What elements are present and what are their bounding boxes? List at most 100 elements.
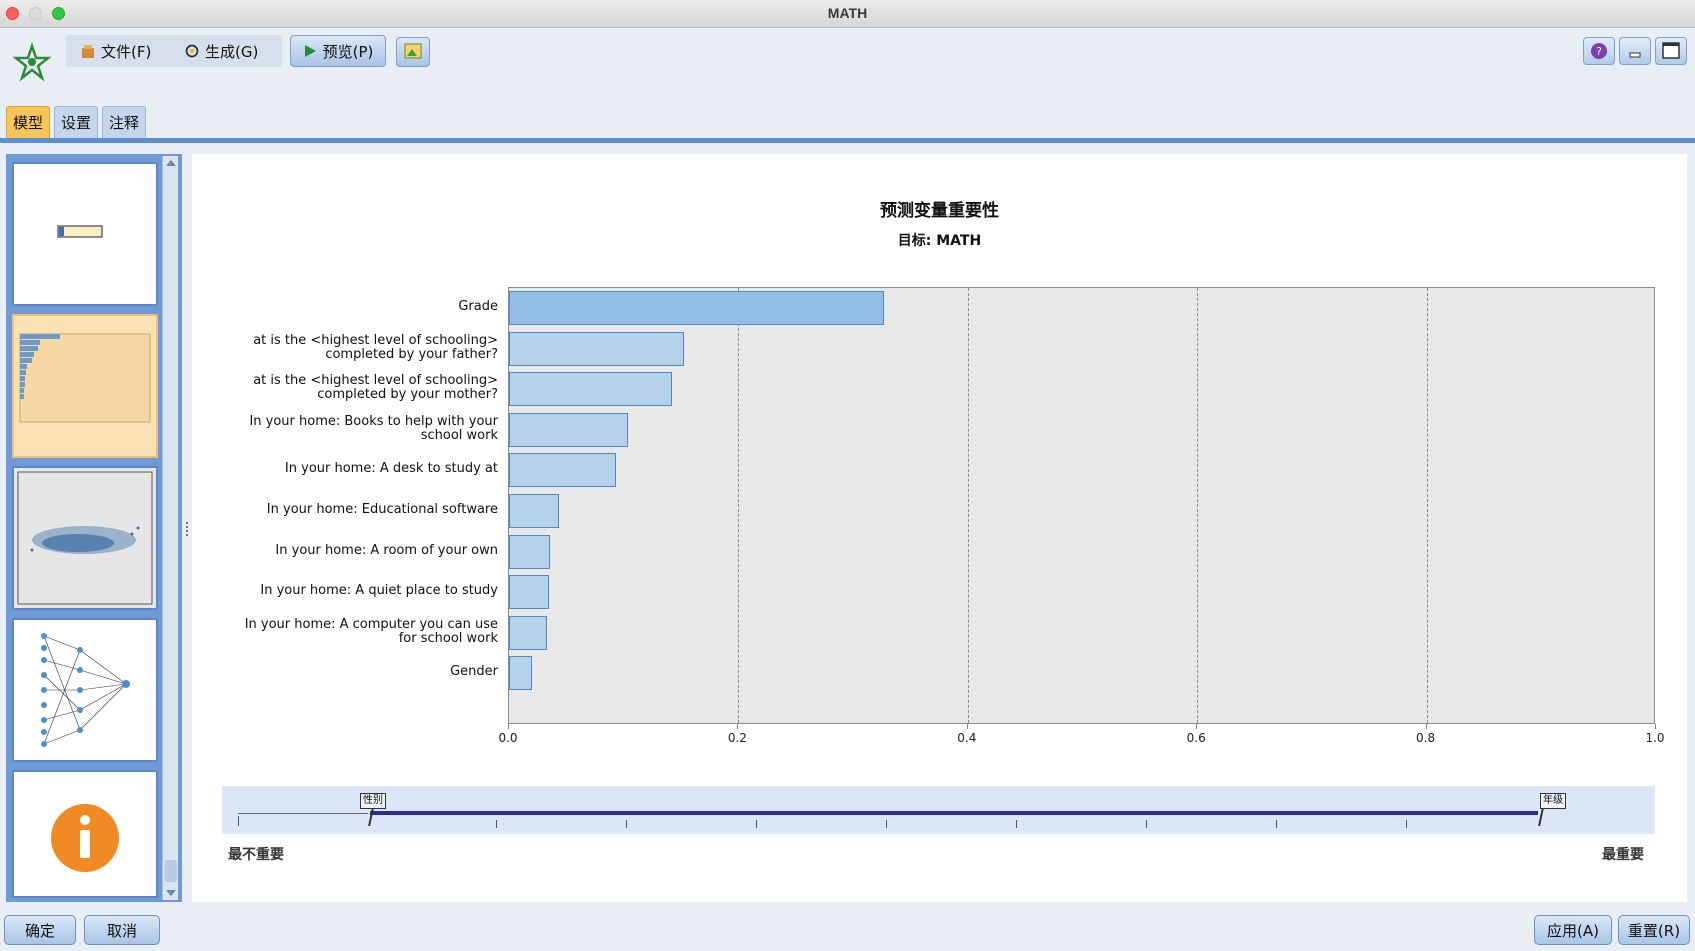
minimize-icon bbox=[1629, 52, 1641, 58]
slider-left-handle-label[interactable]: 性别 bbox=[360, 793, 386, 809]
reset-button[interactable]: 重置(R) bbox=[1618, 915, 1690, 945]
tab-model[interactable]: 模型 bbox=[6, 106, 51, 138]
y-tick-label: In your home: Educational software bbox=[198, 503, 498, 517]
help-icon: ? bbox=[1591, 43, 1607, 59]
reset-button-label: 重置(R) bbox=[1627, 921, 1681, 940]
y-tick-label-line: completed by your mother? bbox=[317, 387, 498, 403]
scrollbar-thumb[interactable] bbox=[165, 860, 177, 882]
y-tick-label: In your home: A quiet place to study bbox=[198, 584, 498, 598]
slider-right-handle[interactable] bbox=[1538, 808, 1544, 826]
x-tick-label: 0.0 bbox=[498, 731, 518, 745]
y-tick-label-line: for school work bbox=[398, 630, 498, 646]
generate-menu-label: 生成(G) bbox=[205, 42, 259, 61]
export-image-button[interactable] bbox=[396, 37, 430, 67]
scroll-up-icon bbox=[166, 160, 176, 166]
cancel-button[interactable]: 取消 bbox=[84, 915, 160, 945]
file-menu[interactable]: 文件(F) bbox=[74, 35, 157, 67]
bar-6[interactable] bbox=[509, 534, 551, 569]
bar-9[interactable] bbox=[509, 656, 532, 691]
bar-5[interactable] bbox=[509, 494, 560, 528]
slider-tick bbox=[1406, 820, 1407, 828]
preview-button-label: 预览(P) bbox=[322, 42, 374, 61]
maximize-button[interactable] bbox=[1655, 37, 1687, 65]
chart-subtitle: 目标: MATH bbox=[897, 233, 982, 249]
importance-filter-slider[interactable]: 性别 年级 bbox=[222, 786, 1655, 834]
toolbar: 文件(F) 生成(G) 预览(P) ? bbox=[0, 28, 1695, 98]
slider-tick bbox=[238, 816, 239, 826]
y-tick-label: In your home: A room of your own bbox=[198, 544, 498, 558]
y-tick-label-line: at is the <highest level of schooling> bbox=[253, 333, 498, 348]
summary-bar-icon bbox=[57, 225, 103, 238]
thumbnail-model-info[interactable] bbox=[12, 770, 158, 898]
y-tick-label-line: In your home: Educational software bbox=[266, 503, 498, 517]
tab-annotations[interactable]: 注释 bbox=[102, 106, 147, 138]
apply-button[interactable]: 应用(A) bbox=[1534, 915, 1612, 945]
help-button[interactable]: ? bbox=[1583, 37, 1615, 65]
x-tick-label: 0.4 bbox=[957, 731, 977, 745]
y-tick-label-line: In your home: A computer you can use bbox=[244, 617, 498, 632]
slider-tick bbox=[1276, 820, 1277, 828]
file-menu-icon bbox=[80, 43, 96, 59]
x-tick-mark bbox=[508, 724, 509, 729]
slider-selected-range bbox=[370, 811, 1538, 815]
chart-viewer: 预测变量重要性 目标: MATH Grade at is the <highest… bbox=[192, 154, 1687, 902]
importance-chart-icon bbox=[19, 333, 151, 423]
scatter-plot-icon bbox=[17, 471, 153, 605]
slider-tick bbox=[1016, 820, 1017, 828]
slider-right-handle-label[interactable]: 年级 bbox=[1540, 793, 1566, 809]
ok-button[interactable]: 确定 bbox=[4, 915, 76, 945]
slider-tick bbox=[756, 820, 757, 828]
bar-8[interactable] bbox=[509, 615, 547, 650]
bar-0[interactable] bbox=[509, 291, 885, 325]
slider-min-label: 最不重要 bbox=[228, 847, 284, 863]
view-thumbnail-panel bbox=[6, 154, 182, 902]
generate-icon bbox=[184, 43, 200, 59]
slider-tick bbox=[496, 820, 497, 828]
bar-3[interactable] bbox=[509, 412, 629, 447]
gridline bbox=[1426, 288, 1428, 723]
preview-button[interactable]: 预览(P) bbox=[290, 35, 386, 67]
cancel-button-label: 取消 bbox=[106, 921, 137, 940]
y-tick-label-line: In your home: A desk to study at bbox=[284, 462, 498, 477]
scroll-down-icon bbox=[166, 890, 176, 896]
x-tick-mark bbox=[1425, 724, 1427, 729]
image-export-icon bbox=[404, 43, 422, 59]
y-tick-label: In your home: A computer you can use for … bbox=[198, 618, 498, 646]
y-tick-label: Gender bbox=[198, 665, 498, 679]
y-tick-label: Grade bbox=[198, 300, 498, 314]
slider-max-label: 最重要 bbox=[1602, 847, 1644, 863]
plot-area bbox=[508, 287, 1655, 724]
y-tick-label: at is the <highest level of schooling> co… bbox=[198, 334, 498, 362]
y-tick-label-line: In your home: Books to help with your bbox=[249, 414, 498, 429]
x-tick-label: 1.0 bbox=[1645, 731, 1665, 745]
x-tick-mark bbox=[737, 724, 739, 729]
splitter-grip-icon bbox=[186, 522, 188, 536]
thumbnail-predicted-by-observed[interactable] bbox=[12, 466, 158, 610]
maximize-icon bbox=[1662, 42, 1680, 59]
bar-2[interactable] bbox=[509, 372, 672, 407]
y-tick-label-line: In your home: A quiet place to study bbox=[260, 584, 498, 599]
bar-1[interactable] bbox=[509, 331, 685, 366]
slider-left-handle[interactable] bbox=[368, 808, 374, 826]
thumbnail-scrollbar[interactable] bbox=[162, 156, 178, 900]
x-tick-label: 0.8 bbox=[1416, 731, 1436, 745]
apply-button-label: 应用(A) bbox=[1547, 921, 1599, 940]
tab-divider bbox=[0, 138, 1695, 143]
bar-4[interactable] bbox=[509, 453, 616, 488]
y-tick-label-line: school work bbox=[420, 427, 498, 443]
x-tick-mark bbox=[1196, 724, 1198, 729]
ok-button-label: 确定 bbox=[24, 921, 55, 940]
bar-7[interactable] bbox=[509, 575, 550, 610]
thumbnail-network-diagram[interactable] bbox=[12, 618, 158, 762]
minimize-button[interactable] bbox=[1619, 37, 1651, 65]
gridline bbox=[738, 288, 740, 723]
thumbnail-model-summary[interactable] bbox=[12, 162, 158, 306]
panel-splitter[interactable] bbox=[182, 154, 192, 902]
slider-track bbox=[238, 813, 368, 814]
file-menu-label: 文件(F) bbox=[101, 42, 152, 61]
tab-settings[interactable]: 设置 bbox=[54, 106, 99, 138]
generate-menu[interactable]: 生成(G) bbox=[178, 35, 264, 67]
svg-text:?: ? bbox=[1596, 45, 1602, 58]
slider-tick bbox=[886, 820, 887, 828]
thumbnail-predictor-importance[interactable] bbox=[12, 314, 158, 458]
